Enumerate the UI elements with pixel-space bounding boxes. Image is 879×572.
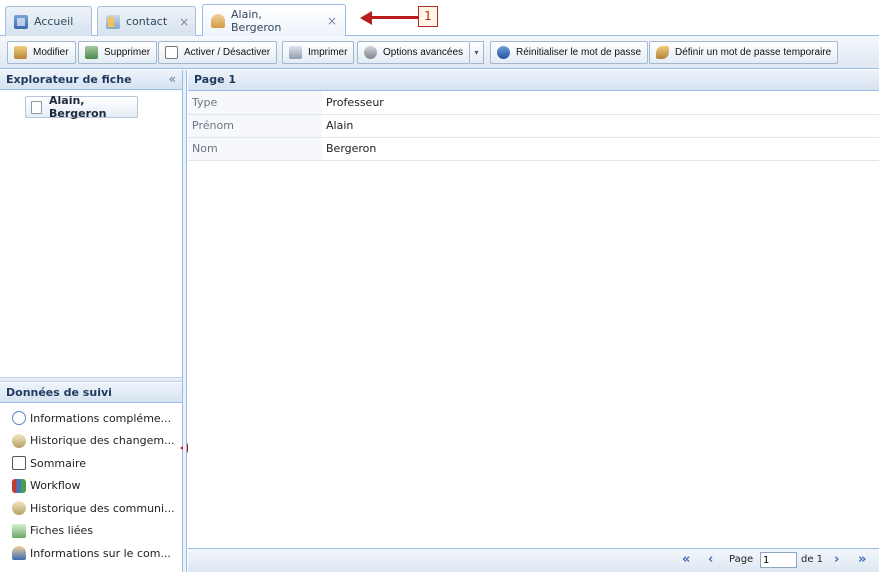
toolbar: Modifier Supprimer Activer / Désactiver …: [0, 36, 879, 69]
toggle-icon: [165, 46, 178, 59]
history-icon: [12, 433, 26, 448]
follow-panel: Données de suivi Informations compléme..…: [0, 383, 182, 572]
follow-item-label: Informations compléme...: [30, 411, 172, 425]
follow-item-label: Historique des communi...: [30, 501, 175, 515]
follow-item-workflow[interactable]: Workflow: [0, 475, 182, 498]
follow-item-label: Informations sur le com...: [30, 546, 171, 560]
follow-item-sommaire[interactable]: Sommaire: [0, 452, 182, 475]
follow-item-label: Workflow: [30, 479, 81, 493]
delete-icon: [85, 46, 98, 59]
last-page-icon[interactable]: »: [858, 552, 866, 567]
follow-item-label: Fiches liées: [30, 524, 93, 538]
tab-strip: Accueil contact × Alain, Bergeron ×: [0, 0, 879, 36]
callout-arrow-line: [370, 16, 418, 19]
follow-item-historique-communications[interactable]: Historique des communi...: [0, 497, 182, 520]
printer-icon: [289, 46, 302, 59]
close-icon[interactable]: ×: [179, 15, 189, 29]
page-count-label: de 1: [801, 554, 824, 565]
button-label: Activer / Désactiver: [184, 47, 271, 58]
modifier-button[interactable]: Modifier: [7, 41, 76, 64]
follow-list: Informations compléme... Historique des …: [0, 403, 182, 565]
info-icon: [12, 411, 26, 426]
table-row: Nom Bergeron: [188, 137, 879, 161]
left-panel: Explorateur de fiche « Alain, Bergeron D…: [0, 70, 183, 572]
field-key: Prénom: [188, 114, 322, 138]
tab-accueil[interactable]: Accueil: [5, 6, 92, 36]
contact-icon: [106, 14, 120, 29]
field-key: Nom: [188, 137, 322, 161]
gear-icon: [364, 46, 377, 59]
tab-label: Accueil: [34, 15, 74, 28]
summary-icon: [12, 456, 26, 471]
tab-contact[interactable]: contact ×: [97, 6, 196, 36]
edit-icon: [14, 46, 27, 59]
explorer-header: Explorateur de fiche «: [0, 70, 182, 90]
field-key: Type: [188, 91, 322, 115]
follow-item-informations[interactable]: Informations compléme...: [0, 407, 182, 430]
table-row: Type Professeur: [188, 91, 879, 115]
activer-desactiver-button[interactable]: Activer / Désactiver: [158, 41, 278, 64]
follow-item-historique-changements[interactable]: Historique des changem...: [0, 430, 182, 453]
imprimer-button[interactable]: Imprimer: [282, 41, 355, 64]
follow-title: Données de suivi: [6, 386, 112, 399]
next-page-icon[interactable]: ›: [834, 552, 839, 567]
follow-item-fiches-liees[interactable]: Fiches liées: [0, 520, 182, 543]
document-icon: [31, 100, 42, 114]
button-label: Imprimer: [308, 47, 348, 58]
horizontal-splitter[interactable]: [0, 377, 182, 382]
properties-table: Type Professeur Prénom Alain Nom Bergero…: [188, 91, 879, 161]
page-title: Page 1: [194, 73, 237, 86]
button-label: Réinitialiser le mot de passe: [516, 47, 642, 58]
communications-icon: [12, 501, 26, 516]
page-label: Page: [729, 554, 754, 565]
vertical-splitter[interactable]: [183, 70, 187, 572]
key-icon: [656, 46, 669, 59]
page-number-input[interactable]: [760, 552, 797, 568]
follow-header: Données de suivi: [0, 383, 182, 403]
button-label: Options avancées: [383, 47, 464, 58]
person-icon: [211, 13, 225, 28]
page-header: Page 1: [188, 70, 879, 91]
account-info-icon: [12, 546, 26, 561]
button-label: Supprimer: [104, 47, 151, 58]
table-row: Prénom Alain: [188, 114, 879, 138]
record-label: Alain, Bergeron: [49, 94, 107, 120]
field-value[interactable]: Professeur: [322, 91, 879, 115]
collapse-icon[interactable]: «: [169, 72, 176, 86]
previous-page-icon[interactable]: ‹: [708, 552, 713, 567]
explorer-record-item[interactable]: Alain, Bergeron: [25, 94, 138, 120]
home-icon: [14, 14, 28, 29]
tab-label: Alain, Bergeron: [231, 7, 282, 34]
explorer-title: Explorateur de fiche: [6, 73, 132, 86]
callout-badge-1: 1: [418, 6, 438, 27]
button-label: Modifier: [33, 47, 69, 58]
temporary-password-button[interactable]: Définir un mot de passe temporaire: [649, 41, 839, 64]
tab-alain-bergeron[interactable]: Alain, Bergeron ×: [202, 4, 346, 36]
reset-password-icon: [497, 46, 510, 59]
follow-item-informations-compte[interactable]: Informations sur le com...: [0, 542, 182, 565]
tab-label: contact: [126, 15, 168, 28]
workflow-icon: [12, 478, 26, 493]
field-value[interactable]: Bergeron: [322, 137, 879, 161]
pager: « ‹ Page de 1 › »: [188, 548, 879, 572]
follow-item-label: Historique des changem...: [30, 434, 175, 448]
supprimer-button[interactable]: Supprimer: [78, 41, 158, 64]
field-value[interactable]: Alain: [322, 114, 879, 138]
follow-item-label: Sommaire: [30, 456, 86, 470]
close-icon[interactable]: ×: [327, 14, 337, 28]
button-label: Définir un mot de passe temporaire: [675, 47, 832, 58]
first-page-icon[interactable]: «: [682, 552, 690, 567]
main-panel: Page 1 Type Professeur Prénom Alain Nom …: [188, 70, 879, 572]
options-avancees-button[interactable]: Options avancées: [357, 41, 471, 64]
chevron-down-icon[interactable]: ▾: [470, 41, 484, 64]
linked-records-icon: [12, 523, 26, 538]
reset-password-button[interactable]: Réinitialiser le mot de passe: [490, 41, 649, 64]
